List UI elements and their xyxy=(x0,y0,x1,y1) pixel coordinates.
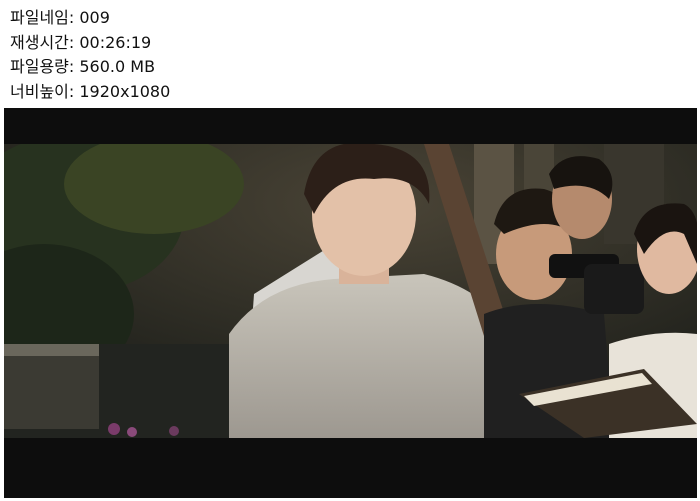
filename-line: 파일네임: 009 xyxy=(10,6,170,31)
resolution-value: 1920x1080 xyxy=(79,81,171,101)
duration-line: 재생시간: 00:26:19 xyxy=(10,31,170,56)
filesize-line: 파일용량: 560.0 MB xyxy=(10,55,170,80)
filesize-label: 파일용량: xyxy=(10,57,75,76)
resolution-line: 너비높이: 1920x1080 xyxy=(10,80,170,105)
video-frame-image xyxy=(4,144,697,438)
duration-label: 재생시간: xyxy=(10,32,75,52)
filename-label: 파일네임: xyxy=(10,8,75,27)
resolution-label: 너비높이: xyxy=(10,81,75,101)
filename-value: 009 xyxy=(79,8,110,27)
duration-value: 00:26:19 xyxy=(79,32,152,52)
scene-illustration xyxy=(4,144,697,438)
filesize-value: 560.0 MB xyxy=(79,57,156,76)
file-info-panel: 파일네임: 009 재생시간: 00:26:19 파일용량: 560.0 MB … xyxy=(10,6,170,104)
video-thumbnail[interactable] xyxy=(4,108,697,498)
